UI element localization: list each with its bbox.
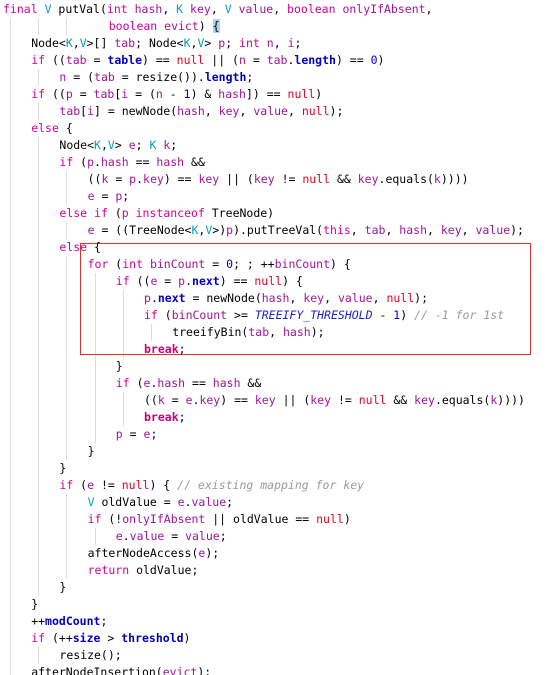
code-line[interactable]: }	[59, 460, 66, 477]
code-text-layer[interactable]: final V putVal(int hash, K key, V value,…	[0, 0, 560, 675]
code-line[interactable]: if (binCount >= TREEIFY_THRESHOLD - 1) /…	[144, 307, 504, 324]
code-line[interactable]: n = (tab = resize()).length;	[59, 69, 253, 86]
code-line[interactable]: p = e;	[116, 426, 158, 443]
code-line[interactable]: e.value = value;	[116, 528, 227, 545]
code-line[interactable]: afterNodeAccess(e);	[88, 545, 220, 562]
code-line[interactable]: afterNodeInsertion(evict);	[31, 664, 211, 675]
code-line[interactable]: if ((p = tab[i = (n - 1) & hash]) == nul…	[31, 86, 322, 103]
code-line[interactable]: if (p.hash == hash &&	[59, 154, 204, 171]
code-line[interactable]: else {	[31, 120, 73, 137]
code-line[interactable]: ++modCount;	[31, 613, 107, 630]
code-editor-viewport[interactable]: final V putVal(int hash, K key, V value,…	[0, 0, 560, 675]
code-line[interactable]: else if (p instanceof TreeNode)	[59, 205, 274, 222]
code-line[interactable]: tab[i] = newNode(hash, key, value, null)…	[59, 103, 343, 120]
code-line[interactable]: }	[116, 358, 123, 375]
code-line[interactable]: final V putVal(int hash, K key, V value,…	[3, 1, 432, 18]
code-line[interactable]: e = ((TreeNode<K,V>)p).putTreeVal(this, …	[88, 222, 524, 239]
code-line[interactable]: break;	[144, 341, 186, 358]
code-line[interactable]: Node<K,V>[] tab; Node<K,V> p; int n, i;	[31, 35, 301, 52]
code-line[interactable]: ((k = p.key) == key || (key != null && k…	[88, 171, 469, 188]
code-line[interactable]: }	[88, 443, 95, 460]
code-line[interactable]: for (int binCount = 0; ; ++binCount) {	[88, 256, 351, 273]
code-line[interactable]: p.next = newNode(hash, key, value, null)…	[144, 290, 428, 307]
code-line[interactable]: if (e.hash == hash &&	[116, 375, 261, 392]
code-line[interactable]: break;	[144, 409, 186, 426]
code-line[interactable]: if ((e = p.next) == null) {	[116, 273, 303, 290]
code-line[interactable]: return oldValue;	[88, 562, 199, 579]
code-line[interactable]: boolean evict) {	[109, 18, 220, 35]
code-line[interactable]: ((k = e.key) == key || (key != null && k…	[144, 392, 525, 409]
code-line[interactable]: if (e != null) { // existing mapping for…	[59, 477, 364, 494]
code-line[interactable]: }	[59, 579, 66, 596]
code-line[interactable]: e = p;	[88, 188, 130, 205]
code-line[interactable]: treeifyBin(tab, hash);	[172, 324, 324, 341]
code-line[interactable]: if ((tab = table) == null || (n = tab.le…	[31, 52, 384, 69]
code-line[interactable]: V oldValue = e.value;	[88, 494, 233, 511]
code-line[interactable]: else {	[59, 239, 101, 256]
code-line[interactable]: }	[31, 596, 38, 613]
code-line[interactable]: if (++size > threshold)	[31, 630, 190, 647]
code-line[interactable]: Node<K,V> e; K k;	[59, 137, 177, 154]
code-line[interactable]: if (!onlyIfAbsent || oldValue == null)	[88, 511, 351, 528]
code-line[interactable]: resize();	[59, 647, 121, 664]
bracket-match-open: {	[212, 19, 220, 33]
